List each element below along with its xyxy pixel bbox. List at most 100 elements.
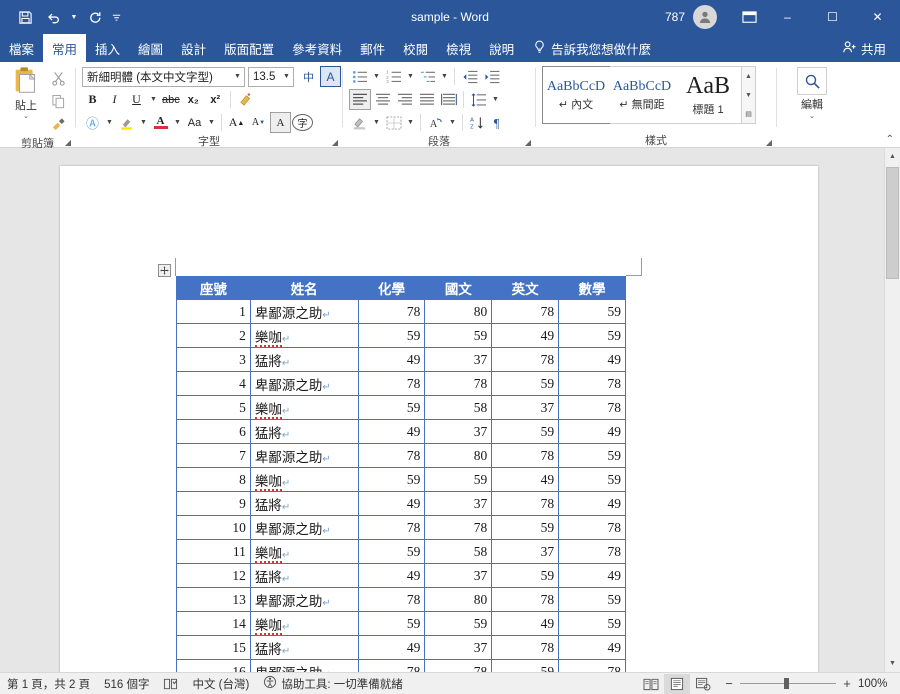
cell-math[interactable]: 49 (558, 563, 626, 588)
cell-chem[interactable]: 49 (357, 419, 426, 444)
cell-name[interactable]: 卑鄙源之助↵ (249, 443, 359, 468)
styles-dialog-launcher[interactable]: ◢ (766, 138, 772, 147)
cell-english[interactable]: 59 (491, 659, 560, 672)
cell-math[interactable]: 59 (558, 611, 626, 636)
cell-name[interactable]: 猛將↵ (249, 563, 359, 588)
zoom-in-button[interactable]: + (842, 676, 852, 691)
align-left-button[interactable] (349, 89, 371, 110)
column-header-name[interactable]: 姓名 (249, 276, 359, 300)
cell-chinese[interactable]: 80 (424, 443, 493, 468)
cell-id[interactable]: 10 (176, 515, 251, 540)
cell-id[interactable]: 8 (176, 467, 251, 492)
language[interactable]: 中文 (台灣) (185, 673, 256, 694)
scroll-up-icon[interactable]: ▲ (885, 148, 900, 165)
page-info[interactable]: 第 1 頁，共 2 頁 (0, 673, 97, 694)
minimize-button[interactable]: – (765, 0, 810, 34)
cell-chinese[interactable]: 59 (424, 323, 493, 348)
table-row[interactable]: 5 樂咖↵ 59 58 37 78 (176, 395, 626, 420)
underline-button[interactable]: U (126, 89, 147, 110)
cell-math[interactable]: 78 (558, 539, 626, 564)
scroll-track[interactable] (885, 165, 900, 655)
cell-id[interactable]: 13 (176, 587, 251, 612)
cell-chem[interactable]: 59 (357, 539, 426, 564)
increase-indent-icon[interactable] (481, 66, 502, 87)
cell-id[interactable]: 2 (176, 323, 251, 348)
align-right-button[interactable] (394, 89, 415, 110)
cell-chem[interactable]: 59 (357, 467, 426, 492)
cell-id[interactable]: 7 (176, 443, 251, 468)
cell-chinese[interactable]: 59 (424, 611, 493, 636)
cell-chinese[interactable]: 59 (424, 467, 493, 492)
cell-chem[interactable]: 49 (357, 635, 426, 660)
chevron-down-icon[interactable]: ⌄ (809, 112, 815, 120)
table-row[interactable]: 8 樂咖↵ 59 59 49 59 (176, 467, 626, 492)
cell-name[interactable]: 猛將↵ (249, 347, 359, 372)
view-web-layout-icon[interactable] (690, 674, 716, 694)
cell-chem[interactable]: 59 (357, 323, 426, 348)
cell-id[interactable]: 6 (176, 419, 251, 444)
accessibility-status[interactable]: 協助工具: 一切準備就緒 (256, 673, 409, 694)
cell-id[interactable]: 5 (176, 395, 251, 420)
cell-chem[interactable]: 78 (357, 587, 426, 612)
table-row[interactable]: 6 猛將↵ 49 37 59 49 (176, 419, 626, 444)
cell-name[interactable]: 樂咖↵ (249, 395, 359, 420)
maximize-button[interactable]: ☐ (810, 0, 855, 34)
chevron-down-icon[interactable]: ▼ (447, 112, 458, 133)
cell-english[interactable]: 59 (491, 563, 560, 588)
page-1[interactable]: 座號 姓名 化學 國文 英文 數學 1 卑鄙源之助↵ 78 80 78 59 2 樂咖↵ 59 5… (60, 166, 818, 672)
enclose-character-button[interactable]: 字 (292, 114, 313, 131)
cell-english[interactable]: 37 (491, 539, 560, 564)
highlight-color-icon[interactable] (116, 112, 137, 133)
cell-english[interactable]: 78 (491, 491, 560, 516)
table-row[interactable]: 4 卑鄙源之助↵ 78 78 59 78 (176, 371, 626, 396)
cell-id[interactable]: 11 (176, 539, 251, 564)
text-effects-icon[interactable]: A (320, 66, 341, 87)
column-header-chem[interactable]: 化學 (357, 276, 426, 300)
redo-icon[interactable] (82, 5, 108, 29)
cell-name[interactable]: 卑鄙源之助↵ (249, 587, 359, 612)
subscript-button[interactable]: x₂ (183, 89, 204, 110)
paragraph-dialog-launcher[interactable]: ◢ (525, 138, 531, 147)
cell-id[interactable]: 3 (176, 347, 251, 372)
character-shading-button[interactable]: A (270, 112, 291, 133)
cell-chinese[interactable]: 37 (424, 347, 493, 372)
chevron-down-icon[interactable]: ▼ (230, 68, 244, 86)
style-item-heading1[interactable]: AaB 標題 1 (675, 67, 741, 123)
numbering-icon[interactable]: 123 (383, 66, 404, 87)
table-row[interactable]: 11 樂咖↵ 59 58 37 78 (176, 539, 626, 564)
chevron-down-icon[interactable]: ▼ (148, 89, 159, 110)
chevron-down-icon[interactable]: ▼ (172, 112, 183, 133)
cell-chinese[interactable]: 58 (424, 395, 493, 420)
styles-scroll-up-icon[interactable]: ▲ (742, 67, 755, 86)
sort-icon[interactable]: AZ (467, 112, 488, 133)
line-spacing-icon[interactable] (468, 89, 489, 110)
justify-button[interactable] (416, 89, 437, 110)
distribute-button[interactable] (438, 89, 459, 110)
cell-name[interactable]: 樂咖↵ (249, 467, 359, 492)
table-row[interactable]: 12 猛將↵ 49 37 59 49 (176, 563, 626, 588)
styles-scroll[interactable]: ▲ ▼ ▤ (742, 66, 756, 124)
cell-math[interactable]: 59 (558, 323, 626, 348)
column-header-chinese[interactable]: 國文 (424, 276, 493, 300)
change-case-button[interactable]: Aa (184, 112, 205, 133)
cell-chem[interactable]: 49 (357, 563, 426, 588)
close-button[interactable]: ✕ (855, 0, 900, 34)
cell-name[interactable]: 樂咖↵ (249, 611, 359, 636)
cell-chinese[interactable]: 37 (424, 635, 493, 660)
decrease-indent-icon[interactable] (459, 66, 480, 87)
table-row[interactable]: 7 卑鄙源之助↵ 78 80 78 59 (176, 443, 626, 468)
cell-math[interactable]: 59 (558, 443, 626, 468)
chevron-down-icon[interactable]: ▼ (68, 5, 80, 29)
chevron-down-icon[interactable]: ⌄ (23, 113, 29, 121)
table-move-handle[interactable] (158, 264, 171, 277)
cell-id[interactable]: 1 (176, 299, 251, 324)
font-color-icon[interactable]: A (150, 112, 171, 133)
view-read-mode-icon[interactable] (638, 674, 664, 694)
table-row[interactable]: 3 猛將↵ 49 37 78 49 (176, 347, 626, 372)
cell-english[interactable]: 78 (491, 635, 560, 660)
tab-home[interactable]: 常用 (43, 34, 87, 62)
cell-name[interactable]: 卑鄙源之助↵ (249, 659, 359, 672)
cell-math[interactable]: 49 (558, 491, 626, 516)
ribbon-display-icon[interactable] (733, 0, 765, 34)
italic-button[interactable]: I (104, 89, 125, 110)
